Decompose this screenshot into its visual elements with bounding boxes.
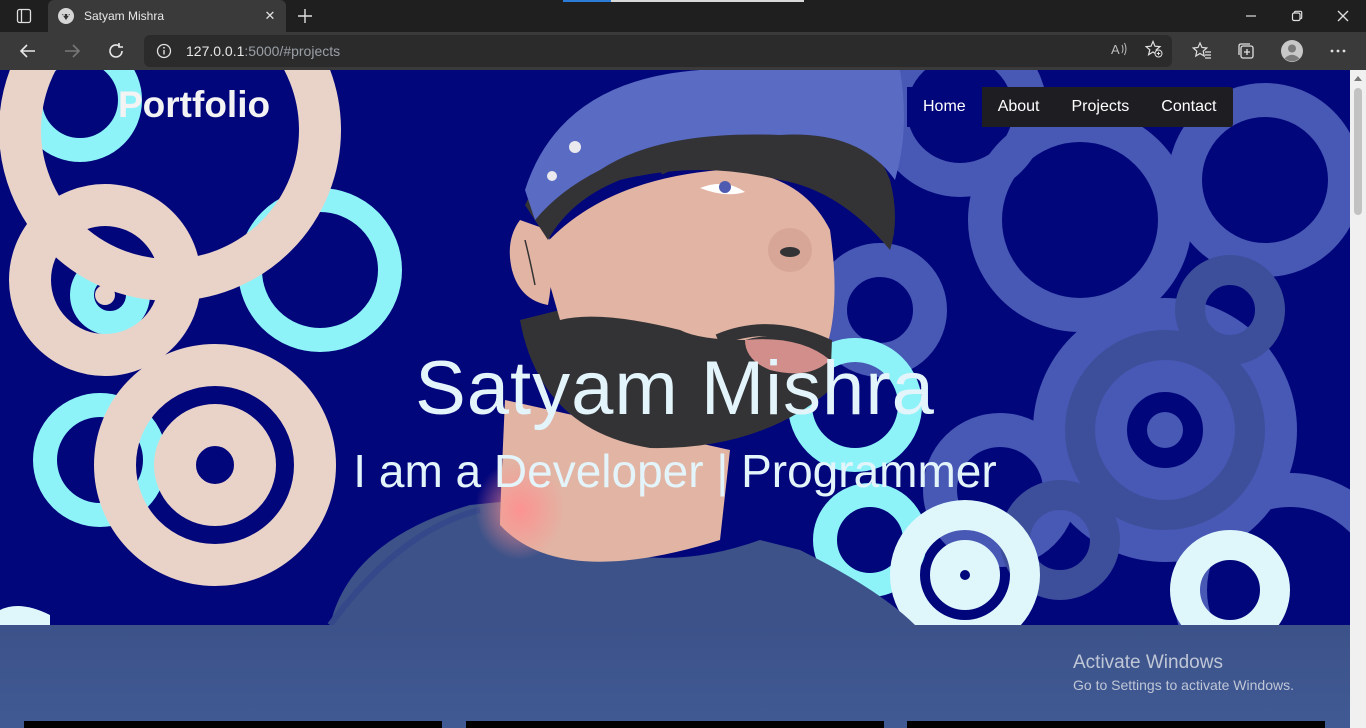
profile-icon[interactable]: [1277, 36, 1307, 66]
hero-section: Portfolio Home About Projects Contact Sa…: [0, 70, 1350, 625]
refresh-icon[interactable]: [100, 35, 132, 67]
browser-tab[interactable]: Satyam Mishra ✕: [48, 0, 286, 32]
minimize-icon[interactable]: [1228, 0, 1274, 32]
site-favicon: [58, 8, 74, 24]
main-navigation: Home About Projects Contact: [907, 87, 1233, 127]
scrollbar-thumb[interactable]: [1354, 88, 1362, 215]
tab-strip: Satyam Mishra ✕: [0, 0, 1366, 32]
collections-icon[interactable]: [1231, 36, 1261, 66]
read-aloud-icon[interactable]: A: [1110, 40, 1128, 58]
activate-windows-watermark: Activate Windows Go to Settings to activ…: [1073, 652, 1294, 693]
forward-icon[interactable]: [56, 35, 88, 67]
project-card[interactable]: [466, 721, 884, 728]
hero-tagline: I am a Developer | Programmer: [353, 445, 997, 497]
nav-about[interactable]: About: [982, 87, 1056, 127]
svg-text:A: A: [1111, 42, 1120, 57]
watermark-title: Activate Windows: [1073, 652, 1223, 673]
watermark-subtitle: Go to Settings to activate Windows.: [1073, 677, 1294, 693]
back-icon[interactable]: [12, 35, 44, 67]
page-scrollbar[interactable]: [1350, 70, 1366, 728]
site-info-icon[interactable]: [156, 43, 172, 59]
address-bar[interactable]: 127.0.0.1:5000/#projects: [144, 35, 1172, 67]
page-viewport: Portfolio Home About Projects Contact Sa…: [0, 70, 1350, 728]
tab-title: Satyam Mishra: [84, 9, 165, 23]
nav-projects[interactable]: Projects: [1056, 87, 1146, 127]
url-text[interactable]: 127.0.0.1:5000/#projects: [186, 43, 340, 59]
project-card[interactable]: [907, 721, 1325, 728]
favorites-icon[interactable]: [1187, 36, 1217, 66]
close-icon[interactable]: ✕: [258, 4, 282, 28]
window-close-icon[interactable]: [1320, 0, 1366, 32]
add-favorite-icon[interactable]: [1145, 40, 1163, 58]
tab-actions-icon[interactable]: [10, 6, 38, 26]
project-card[interactable]: [24, 721, 442, 728]
new-tab-icon[interactable]: [294, 5, 316, 27]
brand-logo[interactable]: Portfolio: [118, 84, 270, 126]
restore-icon[interactable]: [1274, 0, 1320, 32]
scroll-up-icon[interactable]: [1354, 76, 1362, 81]
hero-name: Satyam Mishra: [415, 346, 935, 431]
nav-home[interactable]: Home: [907, 87, 982, 127]
nav-contact[interactable]: Contact: [1145, 87, 1232, 127]
browser-toolbar: 127.0.0.1:5000/#projects A: [0, 32, 1366, 70]
drag-region: [563, 0, 804, 2]
more-icon[interactable]: [1323, 36, 1353, 66]
